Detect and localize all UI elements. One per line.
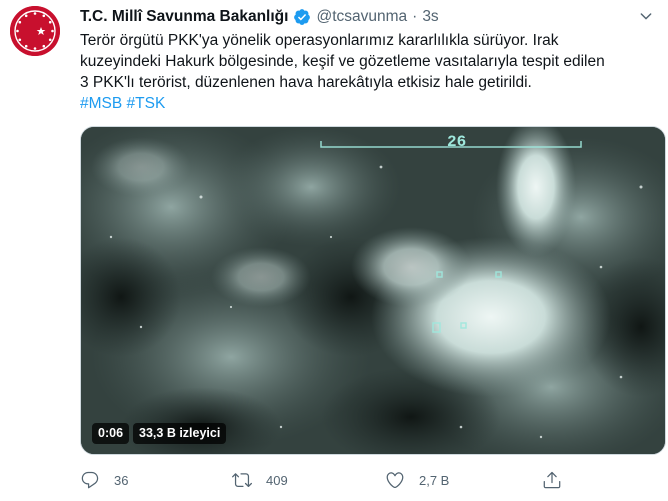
tweet-text-line: 3 PKK'lı terörist, düzenlenen hava harek… <box>80 74 532 91</box>
author-name[interactable]: T.C. Millî Savunma Bakanlığı <box>80 8 288 26</box>
reply-icon <box>81 471 99 489</box>
hashtags: #MSB #TSK <box>80 93 660 114</box>
tweet-header: T.C. Millî Savunma Bakanlığı @tcsavunma … <box>80 6 439 28</box>
video-badges: 0:06 33,3 B izleyici <box>92 423 227 444</box>
like-count: 2,7 B <box>419 472 450 488</box>
tweet: T.C. Millî Savunma Bakanlığı @tcsavunma … <box>0 0 668 501</box>
tweet-text: Terör örgütü PKK'ya yönelik operasyonlar… <box>80 30 660 114</box>
avatar[interactable] <box>10 6 60 56</box>
retweet-count: 409 <box>266 472 288 488</box>
tweet-text-line: kuzeyindeki Hakurk bölgesinde, keşif ve … <box>80 53 605 70</box>
tweet-text-line: Terör örgütü PKK'ya yönelik operasyonlar… <box>80 32 559 49</box>
tweet-timestamp[interactable]: 3s <box>422 8 438 26</box>
hashtag-tsk[interactable]: #TSK <box>127 95 166 112</box>
verified-icon <box>293 8 311 26</box>
video-player[interactable]: 26 0:06 33,3 B izleyici <box>80 126 666 455</box>
video-duration: 0:06 <box>92 423 130 444</box>
tweet-actions: 36 409 2,7 B <box>80 468 640 492</box>
share-icon <box>543 471 561 489</box>
chevron-down-icon[interactable] <box>638 8 654 24</box>
header-separator: · <box>412 8 418 25</box>
like-button[interactable]: 2,7 B <box>385 468 449 492</box>
reply-count: 36 <box>114 472 129 488</box>
msb-logo-icon <box>10 6 60 56</box>
retweet-button[interactable]: 409 <box>232 468 288 492</box>
thermal-video-frame: 26 <box>81 127 665 454</box>
share-button[interactable] <box>542 468 562 492</box>
retweet-icon <box>232 473 252 488</box>
author-handle[interactable]: @tcsavunma <box>316 8 407 26</box>
video-view-count: 33,3 B izleyici <box>133 423 227 444</box>
hud-number: 26 <box>447 133 466 151</box>
like-icon <box>386 472 404 489</box>
reply-button[interactable]: 36 <box>80 468 128 492</box>
hashtag-msb[interactable]: #MSB <box>80 95 122 112</box>
